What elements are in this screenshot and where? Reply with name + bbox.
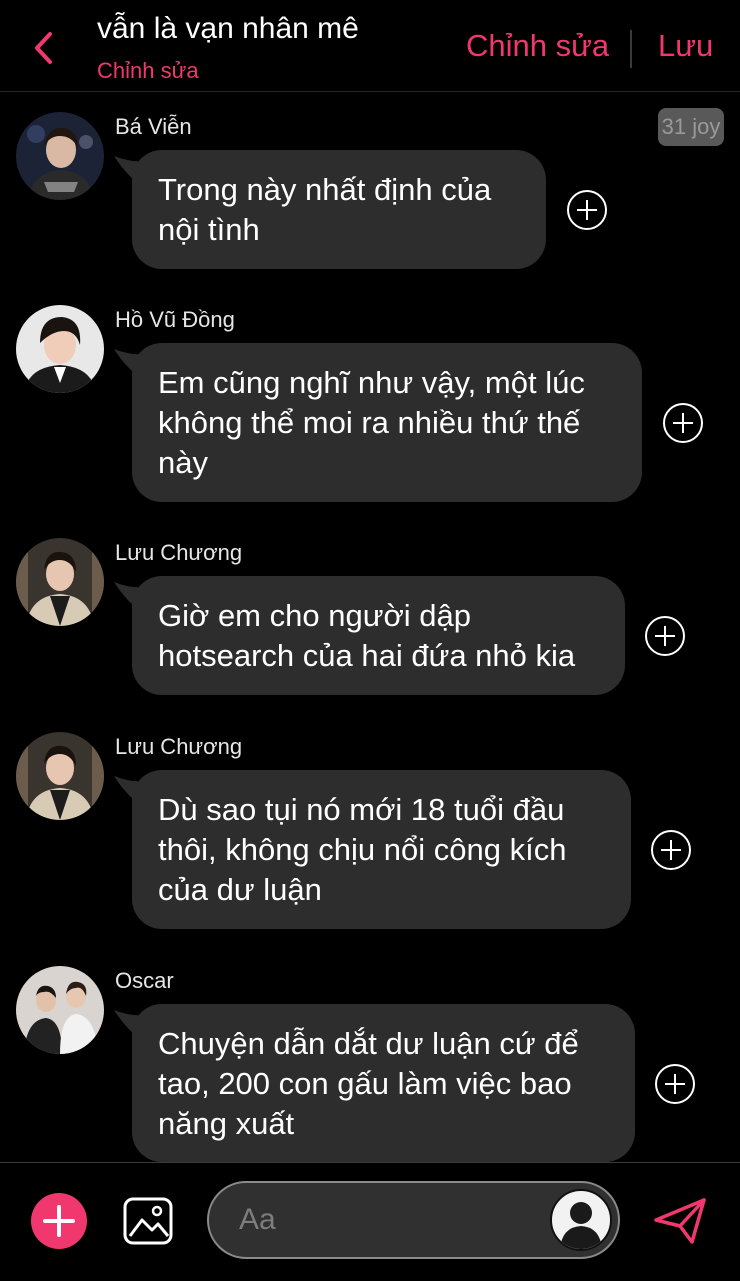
add-circle-icon[interactable] (644, 615, 686, 657)
message-bubble[interactable]: Trong này nhất định của nội tình (132, 150, 546, 269)
message-bubble[interactable]: Dù sao tụi nó mới 18 tuổi đầu thôi, khôn… (132, 770, 631, 929)
chevron-left-icon[interactable] (28, 28, 60, 68)
sender-name: Bá Viễn (115, 114, 192, 139)
message-bubble[interactable]: Chuyện dẫn dắt dư luận cứ để tao, 200 co… (132, 1004, 635, 1162)
sender-name: Hồ Vũ Đồng (115, 307, 235, 332)
message-text-line: này (158, 445, 208, 480)
message-text-line: tao, 200 con gấu làm việc bao (158, 1066, 572, 1101)
edit-subtitle-link[interactable]: Chỉnh sửa (97, 58, 199, 84)
add-circle-icon[interactable] (662, 402, 704, 444)
message-input[interactable]: Aa (207, 1181, 620, 1259)
add-circle-icon[interactable] (650, 829, 692, 871)
add-circle-icon[interactable] (566, 189, 608, 231)
message-bubble[interactable]: Giờ em cho người dập hotsearch của hai đ… (132, 576, 625, 695)
message-text-line: Dù sao tụi nó mới 18 tuổi đầu (158, 792, 565, 827)
avatar[interactable] (16, 305, 104, 393)
avatar[interactable] (16, 732, 104, 820)
message-text-line: không thể moi ra nhiều thứ thế (158, 405, 581, 440)
sender-name: Lưu Chương (115, 734, 243, 759)
joy-badge: 31 joy (658, 108, 724, 146)
image-icon[interactable] (122, 1196, 174, 1246)
message-text-line: năng xuất (158, 1106, 295, 1141)
message-text-line: Giờ em cho người dập (158, 598, 471, 633)
avatar[interactable] (16, 538, 104, 626)
send-icon[interactable] (652, 1196, 708, 1246)
sender-name: Oscar (115, 968, 174, 993)
message-text-line: hotsearch của hai đứa nhỏ kia (158, 638, 576, 673)
edit-button[interactable]: Chỉnh sửa (466, 28, 609, 64)
user-silhouette-icon[interactable] (550, 1189, 612, 1251)
avatar[interactable] (16, 112, 104, 200)
header-divider (630, 30, 632, 68)
message-input-placeholder: Aa (239, 1203, 276, 1236)
message-text-line: Em cũng nghĩ như vậy, một lúc (158, 365, 585, 400)
sender-name: Lưu Chương (115, 540, 243, 565)
plus-icon[interactable] (31, 1193, 87, 1249)
message-text-line: của dư luận (158, 872, 322, 907)
save-button[interactable]: Lưu (658, 28, 713, 64)
add-circle-icon[interactable] (654, 1063, 696, 1105)
avatar[interactable] (16, 966, 104, 1054)
conversation-title: vẫn là vạn nhân mê (97, 12, 359, 45)
message-text-line: Trong này nhất định của (158, 172, 492, 207)
message-text-line: thôi, không chịu nổi công kích (158, 832, 567, 867)
header-bar: vẫn là vạn nhân mê Chỉnh sửa Chỉnh sửa L… (0, 0, 740, 92)
message-bubble[interactable]: Em cũng nghĩ như vậy, một lúc không thể … (132, 343, 642, 502)
message-text-line: nội tình (158, 212, 260, 247)
message-text-line: Chuyện dẫn dắt dư luận cứ để (158, 1026, 579, 1061)
